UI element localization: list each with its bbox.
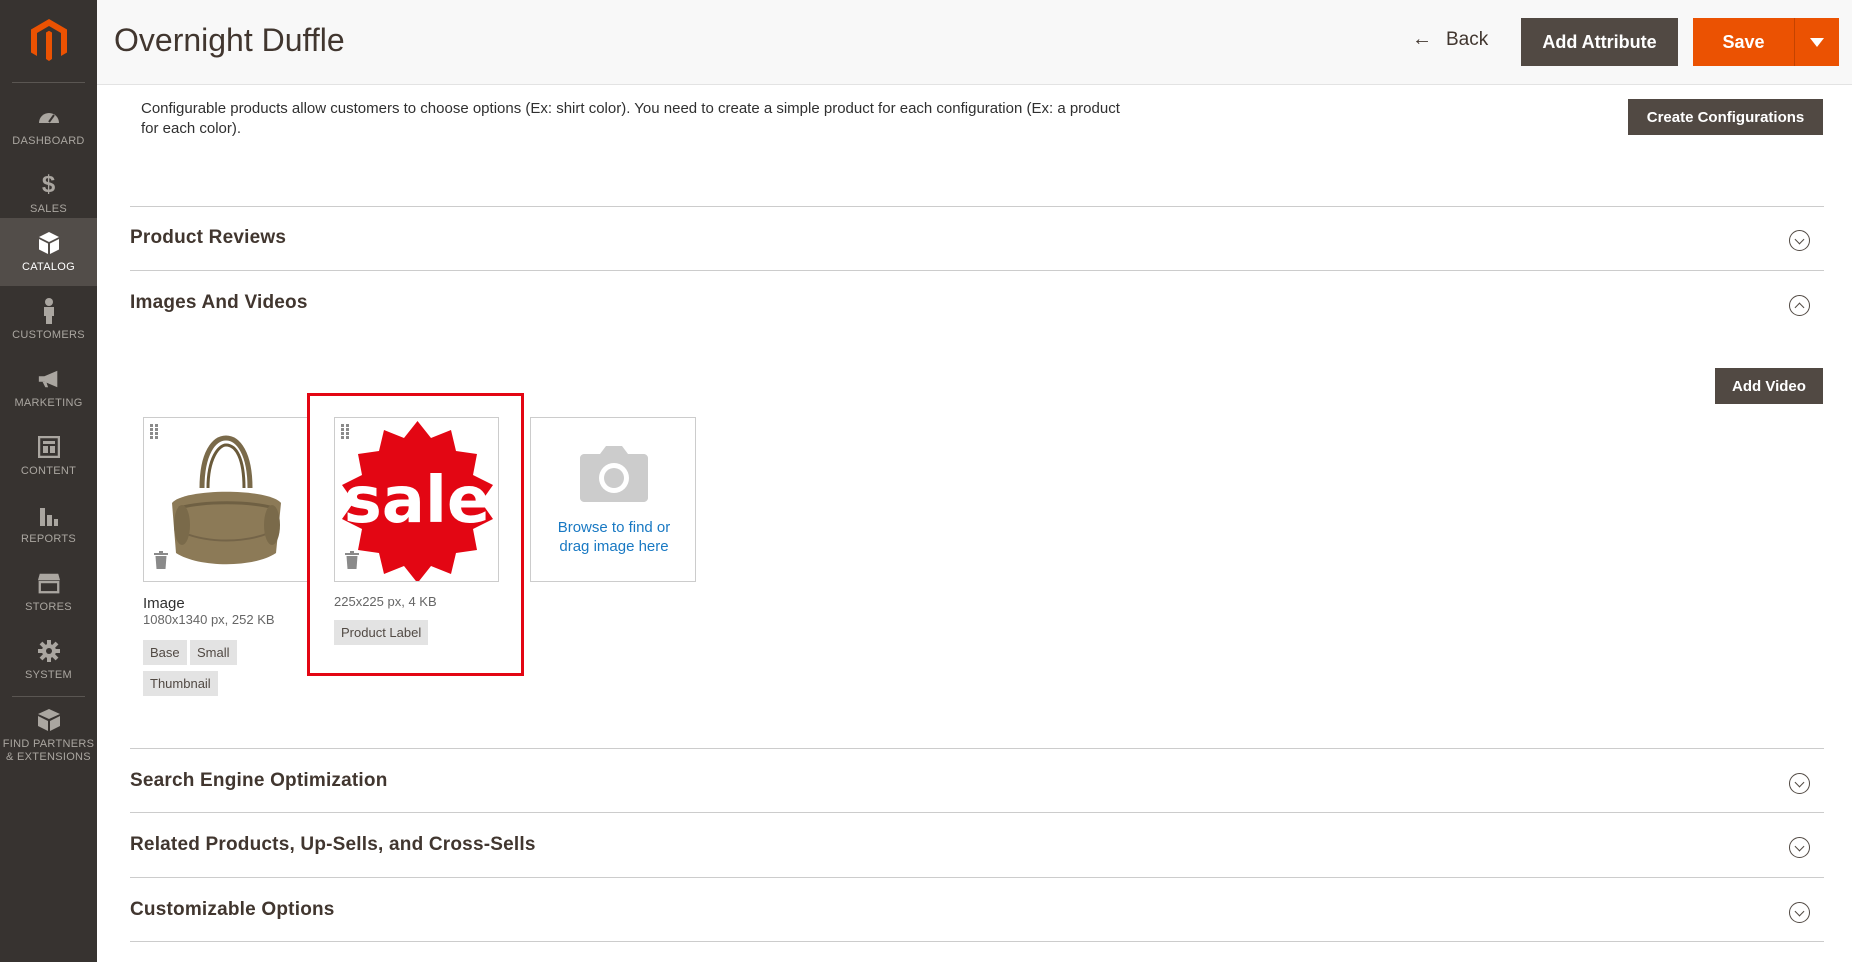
sidebar-divider (12, 696, 85, 697)
sidebar-item-stores[interactable]: STORES (0, 558, 97, 626)
section-divider (130, 206, 1824, 207)
sidebar-item-content[interactable]: CONTENT (0, 422, 97, 490)
sidebar-item-label: REPORTS (20, 532, 77, 545)
extensions-box-icon (37, 708, 61, 732)
gear-icon (37, 639, 61, 663)
chevron-down-icon[interactable] (1789, 773, 1810, 794)
sidebar-item-find-partners[interactable]: FIND PARTNERS & EXTENSIONS (0, 700, 97, 772)
catalog-box-icon (37, 231, 61, 255)
sidebar-item-label: STORES (25, 600, 72, 613)
image-meta: 225x225 px, 4 KB (334, 594, 437, 609)
arrow-left-icon: ← (1412, 28, 1432, 50)
save-options-toggle[interactable] (1795, 18, 1839, 66)
content-layout-icon (37, 435, 61, 459)
image-name: Image (143, 595, 185, 612)
chevron-down-icon[interactable] (1789, 837, 1810, 858)
add-video-button[interactable]: Add Video (1715, 368, 1823, 404)
image-meta: 1080x1340 px, 252 KB (143, 612, 275, 627)
caret-down-icon (1810, 37, 1824, 47)
sidebar-item-system[interactable]: SYSTEM (0, 626, 97, 694)
image-upload-dropzone[interactable]: Browse to find or drag image here (530, 417, 696, 582)
section-title-images-and-videos[interactable]: Images And Videos (130, 292, 308, 314)
logo-divider (12, 82, 85, 83)
store-icon (37, 571, 61, 595)
section-divider (130, 877, 1824, 878)
section-title-seo[interactable]: Search Engine Optimization (130, 770, 388, 792)
trash-icon[interactable] (154, 551, 168, 569)
create-configurations-button[interactable]: Create Configurations (1628, 99, 1823, 135)
back-button[interactable]: ← Back (1412, 28, 1488, 51)
sidebar-item-customers[interactable]: CUSTOMERS (0, 286, 97, 354)
section-title-product-reviews[interactable]: Product Reviews (130, 227, 286, 249)
section-title-related-products[interactable]: Related Products, Up-Sells, and Cross-Se… (130, 834, 536, 856)
sidebar-item-reports[interactable]: REPORTS (0, 490, 97, 558)
sidebar-item-marketing[interactable]: MARKETING (0, 354, 97, 422)
megaphone-icon (37, 367, 61, 391)
add-attribute-button[interactable]: Add Attribute (1521, 18, 1678, 66)
image-role-tag: Base (143, 640, 187, 665)
sidebar-item-label: CATALOG (21, 260, 76, 273)
configurations-description: Configurable products allow customers to… (141, 100, 1120, 137)
sidebar-item-label: SALES (30, 202, 67, 215)
sale-badge-image: sale (342, 421, 493, 581)
section-divider (130, 941, 1824, 942)
trash-icon[interactable] (345, 551, 359, 569)
dashboard-icon (37, 105, 61, 129)
sale-text: sale (344, 464, 491, 538)
admin-sidebar: DASHBOARD $ SALES CATALOG CUSTOMERS MARK… (0, 0, 97, 962)
dollar-icon: $ (41, 170, 56, 198)
bar-chart-icon (37, 503, 61, 527)
section-divider (130, 748, 1824, 749)
sidebar-item-label: SYSTEM (24, 668, 73, 681)
product-label-image-card[interactable]: sale (334, 417, 499, 582)
camera-icon (580, 446, 648, 502)
sidebar-item-label: DASHBOARD (12, 134, 85, 147)
sidebar-item-label: MARKETING (14, 396, 83, 409)
image-role-tag: Small (190, 640, 237, 665)
drag-handle-icon[interactable] (150, 424, 160, 440)
save-button[interactable]: Save (1693, 18, 1794, 66)
page-header: Overnight Duffle ← Back Add Attribute Sa… (97, 0, 1852, 85)
sidebar-item-label: CONTENT (20, 464, 77, 477)
magento-logo[interactable] (0, 0, 97, 82)
sidebar-item-dashboard[interactable]: DASHBOARD (0, 92, 97, 160)
sidebar-item-catalog[interactable]: CATALOG (0, 218, 97, 286)
product-image-card[interactable] (143, 417, 308, 582)
duffle-bag-image (172, 435, 281, 565)
image-role-tag: Product Label (334, 620, 429, 645)
chevron-down-icon[interactable] (1789, 230, 1810, 251)
section-divider (130, 812, 1824, 813)
magento-logo-icon (30, 19, 67, 61)
chevron-up-icon[interactable] (1789, 295, 1810, 316)
upload-hint[interactable]: Browse to find or drag image here (531, 518, 697, 556)
chevron-down-icon[interactable] (1789, 902, 1810, 923)
image-role-tag: Thumbnail (143, 671, 218, 696)
customer-person-icon (37, 297, 61, 324)
page-title: Overnight Duffle (114, 22, 345, 58)
sidebar-item-label: FIND PARTNERS & EXTENSIONS (2, 738, 95, 763)
back-label: Back (1446, 28, 1489, 50)
section-divider (130, 270, 1824, 271)
section-title-customizable-options[interactable]: Customizable Options (130, 899, 335, 921)
sidebar-item-label: CUSTOMERS (12, 328, 85, 341)
drag-handle-icon[interactable] (341, 424, 351, 440)
